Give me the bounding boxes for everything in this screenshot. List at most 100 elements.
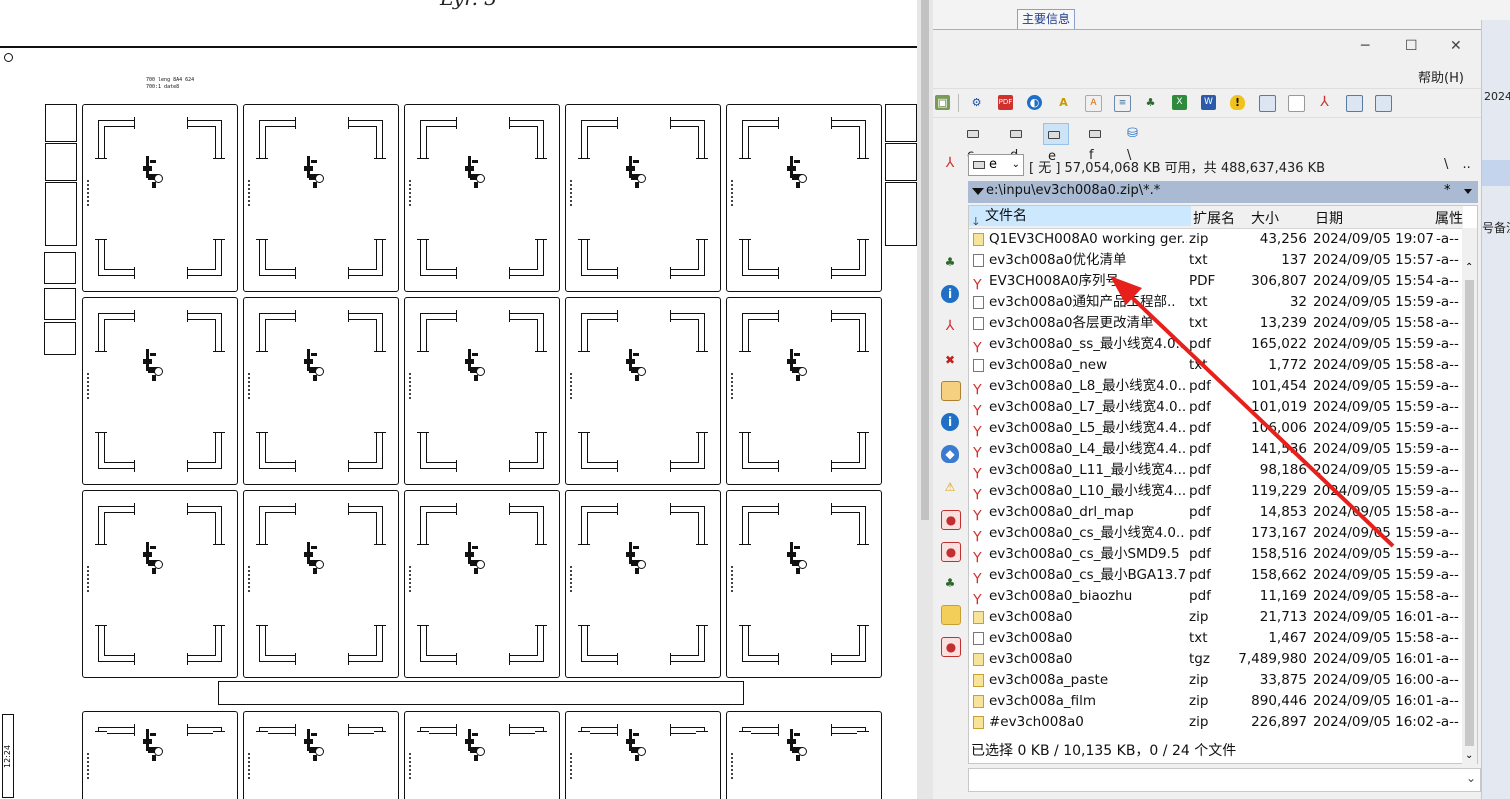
file-ext: pdf [1189,588,1211,604]
shield-icon[interactable]: ! [1230,95,1245,110]
file-row[interactable]: ev3ch008a0_L8_最小线宽4.0..pdf 101,454 2024/09… [969,376,1463,397]
file-row[interactable]: ev3ch008a0_L7_最小线宽4.0..pdf 101,019 2024/09… [969,397,1463,418]
board-outline [857,158,869,240]
file-row[interactable]: ev3ch008a0_L10_最小线宽4...pdf 119,229 2024/09… [969,481,1463,502]
file-row[interactable]: ev3ch008a0_drl_map pdf 14,853 2024/09/05 15… [969,502,1463,523]
root-dir-button[interactable]: \ [1444,157,1448,172]
file-ext: zip [1189,714,1209,730]
warning-icon[interactable]: ⚠ [941,478,959,496]
board-outline [798,560,807,569]
pdf-icon[interactable]: PDF [998,95,1013,110]
file-size: 158,516 [1251,546,1307,562]
command-line-input[interactable]: ⌄ [968,768,1481,792]
column-ext[interactable]: 扩展名 [1193,208,1235,228]
shield-icon[interactable]: ◆ [941,445,959,463]
app-icon[interactable]: ● [941,542,961,562]
layer-title: Lyr. 3 [440,0,497,10]
close-button[interactable]: ✕ [1450,38,1462,54]
scrollbar-thumb[interactable] [921,0,929,520]
window-icon[interactable] [1346,95,1363,112]
pdf-icon[interactable]: ⅄ [941,154,959,172]
text-icon[interactable]: A [1085,95,1102,112]
file-list-scrollbar[interactable]: ⌃ ⌄ [1462,262,1477,765]
chevron-down-icon[interactable]: ⌄ [1466,771,1476,785]
column-size[interactable]: 大小 [1251,208,1279,228]
board-outline [617,117,671,129]
file-row[interactable]: ev3ch008a0_new txt 1,772 2024/09/05 15:58 -a… [969,355,1463,376]
file-row[interactable]: ev3ch008a0 zip 21,713 2024/09/05 16:01 -a-- [969,607,1463,628]
maximize-button[interactable]: ☐ [1405,38,1418,54]
board-outline [731,373,736,399]
font-icon[interactable]: A [1056,95,1071,110]
file-row[interactable]: ev3ch008a0通知产品工程部.. txt 32 2024/09/05 15:59… [969,292,1463,313]
chevron-down-icon[interactable] [972,188,984,195]
scroll-up-icon[interactable]: ⌃ [1465,262,1473,273]
delete-icon[interactable]: ✖ [941,351,959,369]
pdf-icon[interactable]: ⅄ [941,317,959,335]
folder-icon[interactable] [941,605,961,625]
tree-icon[interactable]: ♣ [1143,95,1158,110]
word-icon[interactable]: W [1201,95,1216,110]
board-outline [798,174,807,183]
file-row[interactable]: ev3ch008a_paste zip 33,875 2024/09/05 16:00… [969,670,1463,691]
chevron-down-icon[interactable] [1464,189,1472,194]
file-row[interactable]: ev3ch008a0_L11_最小线宽4...pdf 98,186 2024/09/… [969,460,1463,481]
current-path-bar[interactable]: e:\inpu\ev3ch008a0.zip\*.* * [968,181,1478,203]
app-icon[interactable]: ● [941,510,961,530]
column-attr[interactable]: 属性 [1435,208,1463,228]
drive-select[interactable]: e ⌄ [968,154,1024,176]
file-row[interactable]: ev3ch008a_film zip 890,446 2024/09/05 16:01… [969,691,1463,712]
file-row[interactable]: ev3ch008a0_L4_最小线宽4.4..pdf 141,536 2024/09… [969,439,1463,460]
parent-dir-button[interactable]: .. [1463,157,1471,172]
app-icon[interactable]: ● [941,637,961,657]
info-icon[interactable]: i [941,413,959,431]
pcb-board-unit [404,711,560,799]
tree-icon[interactable]: ♣ [941,574,959,592]
drive-e-button[interactable]: e [1043,123,1069,164]
file-row[interactable]: ev3ch008a0 txt 1,467 2024/09/05 15:58 -a-- [969,628,1463,649]
file-row[interactable]: Q1EV3CH008A0 working ger.. zip 43,256 2024/… [969,229,1463,250]
file-row[interactable]: ev3ch008a0_cs_最小BGA13.7..pdf 158,662 2024/… [969,565,1463,586]
scrollbar-thumb[interactable] [1465,280,1474,746]
network-icon[interactable]: ⚙ [969,95,984,110]
tree-icon[interactable]: ♣ [941,253,959,271]
globe-icon[interactable]: ◐ [1027,95,1042,110]
pdf-icon[interactable]: ⅄ [1317,95,1332,110]
side-coupon [885,104,917,142]
file-row[interactable]: ev3ch008a0_biaozhu pdf 11,169 2024/09/05 15… [969,586,1463,607]
excel-icon[interactable]: X [1172,95,1187,110]
file-row[interactable]: EV3CH008A0序列号 PDF 306,807 2024/09/05 15:54-… [969,271,1463,292]
column-name[interactable]: 🡓 文件名 [969,206,1191,228]
page-icon[interactable] [1288,95,1305,112]
document-icon[interactable]: ≡ [1114,95,1131,112]
window-icon[interactable] [1259,95,1276,112]
scroll-down-icon[interactable]: ⌄ [1465,750,1473,761]
pcb-board-unit [726,711,882,799]
info-icon[interactable]: i [941,285,959,303]
drive-c-button[interactable]: c [963,123,987,163]
drive-d-button[interactable]: d [1006,123,1030,163]
file-row[interactable]: ev3ch008a0_cs_最小SMD9.5 pdf 158,516 2024/09/… [969,544,1463,565]
file-row[interactable]: ev3ch008a0优化清单 txt 137 2024/09/05 15:57 -a-- [969,250,1463,271]
window-icon[interactable] [1375,95,1392,112]
menu-help[interactable]: 帮助(H) [1418,67,1464,86]
file-name: ev3ch008a0优化清单 [989,252,1127,268]
board-outline [778,460,832,472]
file-row[interactable]: ev3ch008a0各层更改清单 txt 13,239 2024/09/05 15:5… [969,313,1463,334]
file-row[interactable]: ev3ch008a0 tgz 7,489,980 2024/09/05 16:01 -a… [969,649,1463,670]
minimize-button[interactable]: ─ [1361,38,1369,54]
network-drive-button[interactable]: ⛁\ [1123,123,1142,163]
config-icon[interactable]: ▣ [935,95,950,110]
board-outline [213,351,225,433]
file-row[interactable]: ev3ch008a0_ss_最小线宽4.0..pdf 165,022 2024/09… [969,334,1463,355]
file-row[interactable]: ev3ch008a0_cs_最小线宽4.0..pdf 173,167 2024/09… [969,523,1463,544]
file-row[interactable]: ev3ch008a0_L5_最小线宽4.4..pdf 106,006 2024/09… [969,418,1463,439]
file-row[interactable]: #ev3ch008a0 zip 226,897 2024/09/05 16:02 -a-… [969,712,1463,733]
filter-star-button[interactable]: * [1444,183,1451,198]
tab-main-info[interactable]: 主要信息 [1017,9,1076,30]
pcb-board-unit [565,711,721,799]
column-date[interactable]: 日期 [1315,208,1343,228]
drive-f-button[interactable]: f [1085,123,1109,163]
image-icon[interactable] [941,381,961,401]
vertical-scrollbar[interactable] [917,0,933,799]
